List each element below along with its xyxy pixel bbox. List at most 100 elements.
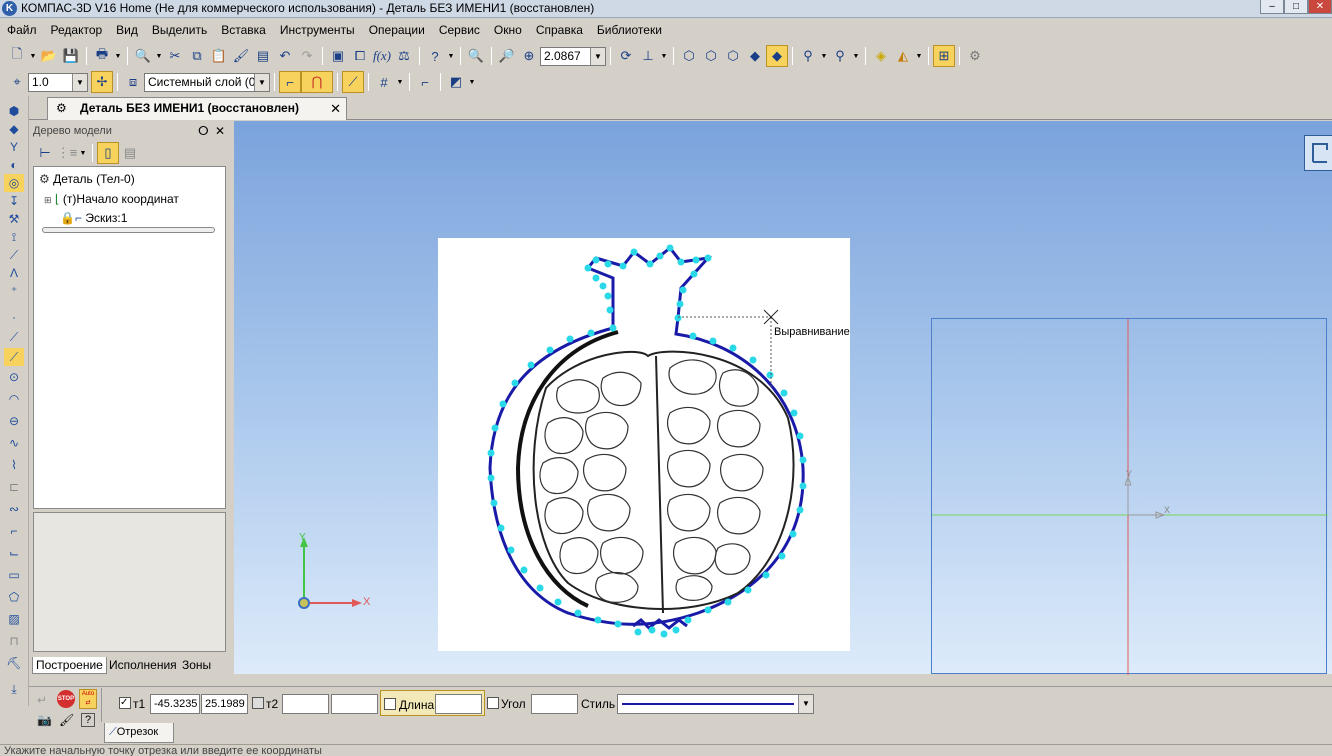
length-checkbox[interactable] (384, 698, 396, 710)
t2-y-input[interactable] (331, 694, 378, 714)
surfaces-icon[interactable]: ◐ (4, 156, 24, 174)
menu-tools[interactable]: Инструменты (273, 21, 362, 37)
point-icon[interactable]: · (4, 308, 24, 326)
auto-create-button[interactable]: Auto ⇄ (79, 689, 97, 709)
function-icon[interactable]: f(x) (371, 45, 393, 67)
format-icon[interactable]: 🖌 (59, 713, 74, 727)
filter-tool-icon[interactable]: Y (4, 138, 24, 156)
sketch-mode-icon[interactable]: ⌐ (279, 71, 301, 93)
tree-item-part[interactable]: ⚙ Деталь (Тел-0) (39, 172, 135, 186)
zoom-scale-icon[interactable]: ⊕ (518, 45, 540, 67)
selection-filter-icon[interactable]: ⚲ (829, 45, 851, 67)
zoom-input[interactable]: 2.0867 ▼ (540, 46, 606, 66)
settings-icon[interactable]: ⚙ (964, 45, 986, 67)
menu-edit[interactable]: Редактор (44, 21, 110, 37)
text-tool-icon[interactable]: ⤓ (4, 680, 24, 698)
rotate-icon[interactable]: ⟳ (615, 45, 637, 67)
sketch-image[interactable]: Выравнивание (438, 238, 850, 651)
chevron-down-icon[interactable]: ▼ (78, 150, 88, 157)
hatch-icon[interactable]: ▨ (4, 610, 24, 628)
variables-icon[interactable]: ⧠ (349, 45, 371, 67)
geometry-icon[interactable]: ◎ (4, 174, 24, 192)
zoom-all-icon[interactable]: 🔎 (496, 45, 518, 67)
open-folder-icon[interactable]: 📂 (38, 45, 60, 67)
style-select[interactable]: ▼ (617, 694, 814, 714)
chevron-down-icon[interactable]: ▼ (72, 73, 87, 91)
cut-icon[interactable]: ✂ (164, 45, 186, 67)
print-preview-icon[interactable]: 🔍 (132, 45, 154, 67)
chevron-down-icon[interactable]: ▼ (28, 53, 38, 60)
orientation-icon[interactable]: ⊥ (637, 45, 659, 67)
ellipse-icon[interactable]: ⊖ (4, 412, 24, 430)
tab-zones[interactable]: Зоны (179, 657, 214, 673)
document-tab[interactable]: ⚙ Деталь БЕЗ ИМЕНИ1 (восстановлен) ✕ (47, 97, 347, 120)
t1-x-input[interactable]: -45.3235 (150, 694, 200, 714)
undo-icon[interactable]: ↶ (274, 45, 296, 67)
projection-icon[interactable]: ⛏ (4, 654, 24, 672)
dimensions-icon[interactable]: ↧ (4, 192, 24, 210)
chevron-down-icon[interactable]: ▼ (819, 53, 829, 60)
magnet-icon[interactable]: ⋂ (301, 71, 333, 93)
context-help-icon[interactable]: ? (424, 45, 446, 67)
chevron-down-icon[interactable]: ▼ (446, 53, 456, 60)
snapshot-icon[interactable]: 📷 (37, 713, 52, 727)
tree-filter-icon[interactable]: ▯ (97, 142, 119, 164)
arc-icon[interactable]: ◠ (4, 390, 24, 408)
chevron-down-icon[interactable]: ▼ (254, 73, 269, 91)
segment-icon[interactable]: ⟋ (4, 348, 24, 366)
chevron-down-icon[interactable]: ▼ (467, 79, 477, 86)
edit-icon[interactable]: ⟟ (4, 228, 24, 246)
close-tab-icon[interactable]: ✕ (330, 98, 341, 119)
wireframe-icon[interactable]: ⬡ (678, 45, 700, 67)
tree-item-sketch[interactable]: 🔒⌐ Эскиз:1 (60, 211, 128, 225)
selection-icon[interactable]: ⁺ (4, 282, 24, 300)
help-icon[interactable]: ? (81, 713, 95, 727)
paste-icon[interactable]: 📋 (208, 45, 230, 67)
graphics-viewport[interactable]: Y X Выравнивание Y X (234, 121, 1332, 675)
close-window-button[interactable]: ✕ (1308, 0, 1332, 14)
menu-service[interactable]: Сервис (432, 21, 487, 37)
auxiliary-geometry-icon[interactable]: ◆ (4, 120, 24, 138)
chevron-down-icon[interactable]: ▼ (798, 695, 813, 713)
shaded-icon[interactable]: ◆ (744, 45, 766, 67)
angle-checkbox[interactable] (487, 697, 499, 709)
tab-segment[interactable]: ⟋Отрезок (104, 723, 174, 743)
chevron-down-icon[interactable]: ▼ (851, 53, 861, 60)
chevron-down-icon[interactable]: ▼ (590, 47, 605, 65)
cursor-position-icon[interactable]: ⌖ (6, 71, 28, 93)
menu-select[interactable]: Выделить (145, 21, 214, 37)
t2-x-input[interactable] (282, 694, 329, 714)
tab-construction[interactable]: Построение (32, 657, 107, 674)
tree-item-origin[interactable]: ⊞ ⌊ (т)Начало координат (44, 192, 179, 206)
measure-icon[interactable]: ⚖ (393, 45, 415, 67)
view-orientation-widget[interactable] (1304, 135, 1332, 171)
chamfer-icon[interactable]: ⌙ (4, 544, 24, 562)
thin-lines-icon[interactable]: ⬡ (722, 45, 744, 67)
t1-y-input[interactable]: 25.1989 (201, 694, 248, 714)
polyline-icon[interactable]: ⊏ (4, 478, 24, 496)
line-scale-select[interactable]: 1.0 ▼ (28, 72, 88, 92)
fillet-icon[interactable]: ⌐ (4, 522, 24, 540)
tree-structure-icon[interactable]: ⊢ (34, 142, 56, 164)
chevron-down-icon[interactable]: ▼ (914, 53, 924, 60)
tree-scrollbar[interactable] (42, 227, 215, 233)
layer-icon[interactable]: ⧈ (122, 71, 144, 93)
t2-checkbox[interactable] (252, 697, 264, 709)
equidistant-icon[interactable]: ⊓ (4, 632, 24, 650)
angle-input[interactable] (531, 694, 578, 714)
menu-view[interactable]: Вид (109, 21, 145, 37)
auxiliary-line-icon[interactable]: ⟋ (4, 328, 24, 346)
copy-icon[interactable]: ⧉ (186, 45, 208, 67)
menu-file[interactable]: Файл (0, 21, 44, 37)
parametric-icon[interactable]: ⟋ (342, 71, 364, 93)
maximize-button[interactable]: □ (1284, 0, 1308, 14)
measurements-icon[interactable]: Λ (4, 264, 24, 282)
circle-icon[interactable]: ⊙ (4, 368, 24, 386)
ortho-icon[interactable]: ✢ (91, 71, 113, 93)
menu-window[interactable]: Окно (487, 21, 529, 37)
stop-button[interactable]: STOP (57, 690, 75, 708)
polygon-icon[interactable]: ⬠ (4, 588, 24, 606)
local-cs-icon[interactable]: ⌐ (414, 71, 436, 93)
rectangle-icon[interactable]: ▭ (4, 566, 24, 584)
new-file-icon[interactable]: 🗋 (6, 45, 28, 67)
